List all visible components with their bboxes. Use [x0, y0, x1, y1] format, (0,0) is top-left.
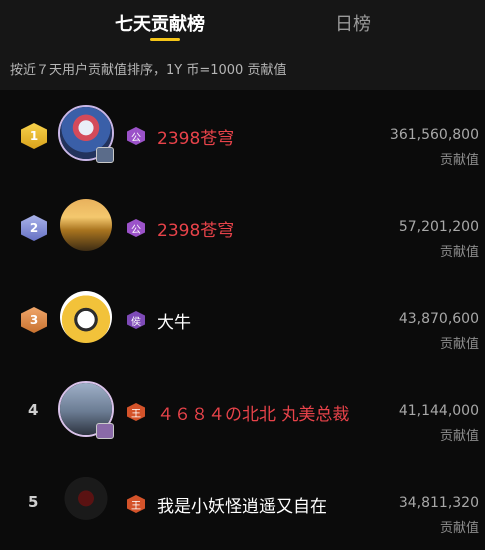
silver-medal-icon: 2 [21, 215, 47, 241]
contribution-label: 贡献值 [439, 429, 479, 444]
avatar[interactable] [60, 199, 112, 251]
contribution-score: 43,870,600 [398, 311, 479, 327]
rank-number: 5 [28, 493, 39, 511]
user-name[interactable]: 2398苍穹 [157, 216, 234, 241]
ranking-row[interactable]: 5 王 我是小妖怪逍遥又自在 34,811,320 贡献值 [0, 458, 485, 550]
badge-label: 公 [131, 224, 141, 236]
user-name[interactable]: 我是小妖怪逍遥又自在 [157, 492, 327, 517]
shield-icon [96, 423, 114, 439]
badge-label: 王 [131, 408, 141, 420]
ranking-row[interactable]: 1 公 2398苍穹 361,560,800 贡献值 [0, 90, 485, 182]
shield-icon [96, 147, 114, 163]
bronze-medal-icon: 3 [21, 307, 47, 333]
rank-number: 2 [29, 221, 39, 235]
contribution-label: 贡献值 [439, 521, 479, 536]
ranking-row[interactable]: 2 公 2398苍穹 57,201,200 贡献值 [0, 182, 485, 274]
contribution-label: 贡献值 [439, 245, 479, 260]
rank-number: 3 [29, 313, 39, 327]
ranking-row[interactable]: 4 王 ４６８４の北北 丸美总裁 41,144,000 贡献值 [0, 366, 485, 458]
contribution-score: 361,560,800 [389, 127, 479, 143]
level-badge: 王 [127, 495, 145, 513]
ranking-row[interactable]: 3 侯 大牛 43,870,600 贡献值 [0, 274, 485, 366]
contribution-score: 34,811,320 [398, 495, 479, 511]
contribution-label: 贡献值 [439, 153, 479, 168]
tab-seven-day[interactable]: 七天贡献榜 [115, 10, 205, 36]
user-name[interactable]: ４６８４の北北 丸美总裁 [157, 400, 349, 425]
level-badge: 公 [127, 127, 145, 145]
tab-daily[interactable]: 日榜 [335, 10, 371, 36]
level-badge: 侯 [127, 311, 145, 329]
rank-number: 4 [28, 401, 39, 419]
user-name[interactable]: 2398苍穹 [157, 124, 234, 149]
user-name[interactable]: 大牛 [157, 308, 191, 333]
contribution-label: 贡献值 [439, 337, 479, 352]
level-badge: 王 [127, 403, 145, 421]
badge-label: 王 [131, 500, 141, 512]
gold-medal-icon: 1 [21, 123, 47, 149]
contribution-score: 41,144,000 [398, 403, 479, 419]
badge-label: 侯 [131, 316, 141, 328]
avatar[interactable] [60, 291, 112, 343]
contribution-score: 57,201,200 [398, 219, 479, 235]
active-tab-indicator [150, 38, 180, 41]
level-badge: 公 [127, 219, 145, 237]
badge-label: 公 [131, 132, 141, 144]
avatar[interactable] [60, 475, 112, 527]
tab-bar: 七天贡献榜 日榜 [0, 0, 485, 52]
ranking-description: 按近７天用户贡献值排序，1Y 币=1000 贡献值 [0, 52, 485, 90]
rank-number: 1 [29, 129, 39, 143]
